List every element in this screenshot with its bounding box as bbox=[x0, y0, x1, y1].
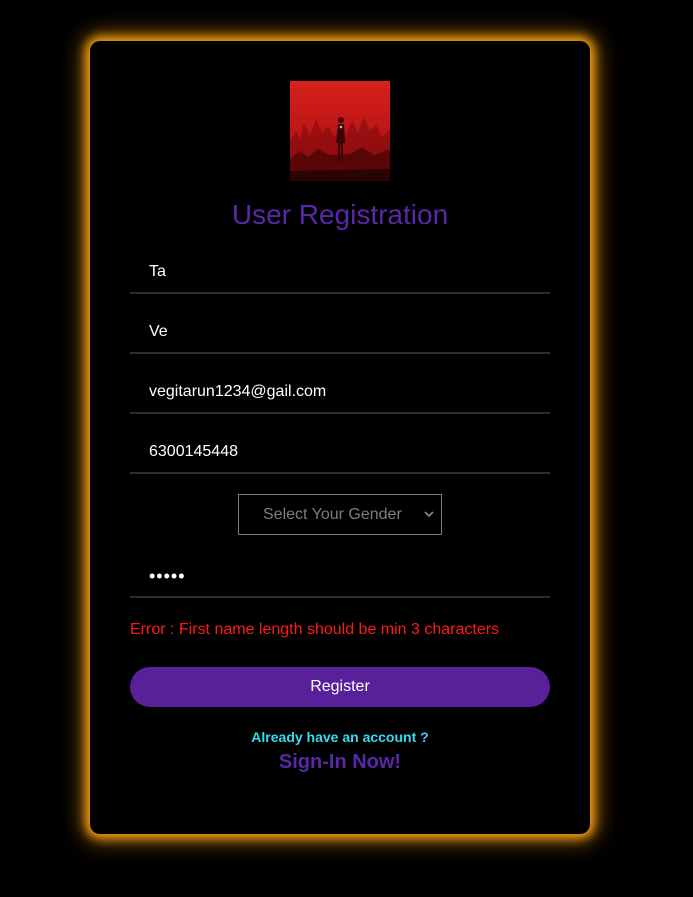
gender-select[interactable]: Select Your Gender bbox=[238, 494, 442, 535]
already-have-account-text: Already have an account ? bbox=[251, 729, 429, 745]
password-field bbox=[130, 556, 550, 598]
logo-image bbox=[290, 81, 390, 181]
last-name-input[interactable] bbox=[130, 312, 550, 352]
last-name-field bbox=[130, 312, 550, 354]
chevron-down-icon bbox=[424, 511, 434, 518]
email-input[interactable] bbox=[130, 372, 550, 412]
page-title: User Registration bbox=[231, 199, 449, 230]
registration-card: User Registration Select Your Gender Err… bbox=[90, 41, 590, 834]
register-button[interactable]: Register bbox=[130, 667, 550, 707]
error-message: Error : First name length should be min … bbox=[130, 621, 500, 638]
gender-select-label: Select Your Gender bbox=[263, 505, 402, 523]
silhouette-figure-logo-icon bbox=[290, 81, 390, 181]
phone-field bbox=[130, 432, 550, 474]
phone-input[interactable] bbox=[130, 432, 550, 472]
first-name-field bbox=[130, 252, 550, 294]
first-name-input[interactable] bbox=[130, 252, 550, 292]
email-field bbox=[130, 372, 550, 414]
password-input[interactable] bbox=[130, 556, 550, 596]
sign-in-link[interactable]: Sign-In Now! bbox=[90, 751, 590, 774]
